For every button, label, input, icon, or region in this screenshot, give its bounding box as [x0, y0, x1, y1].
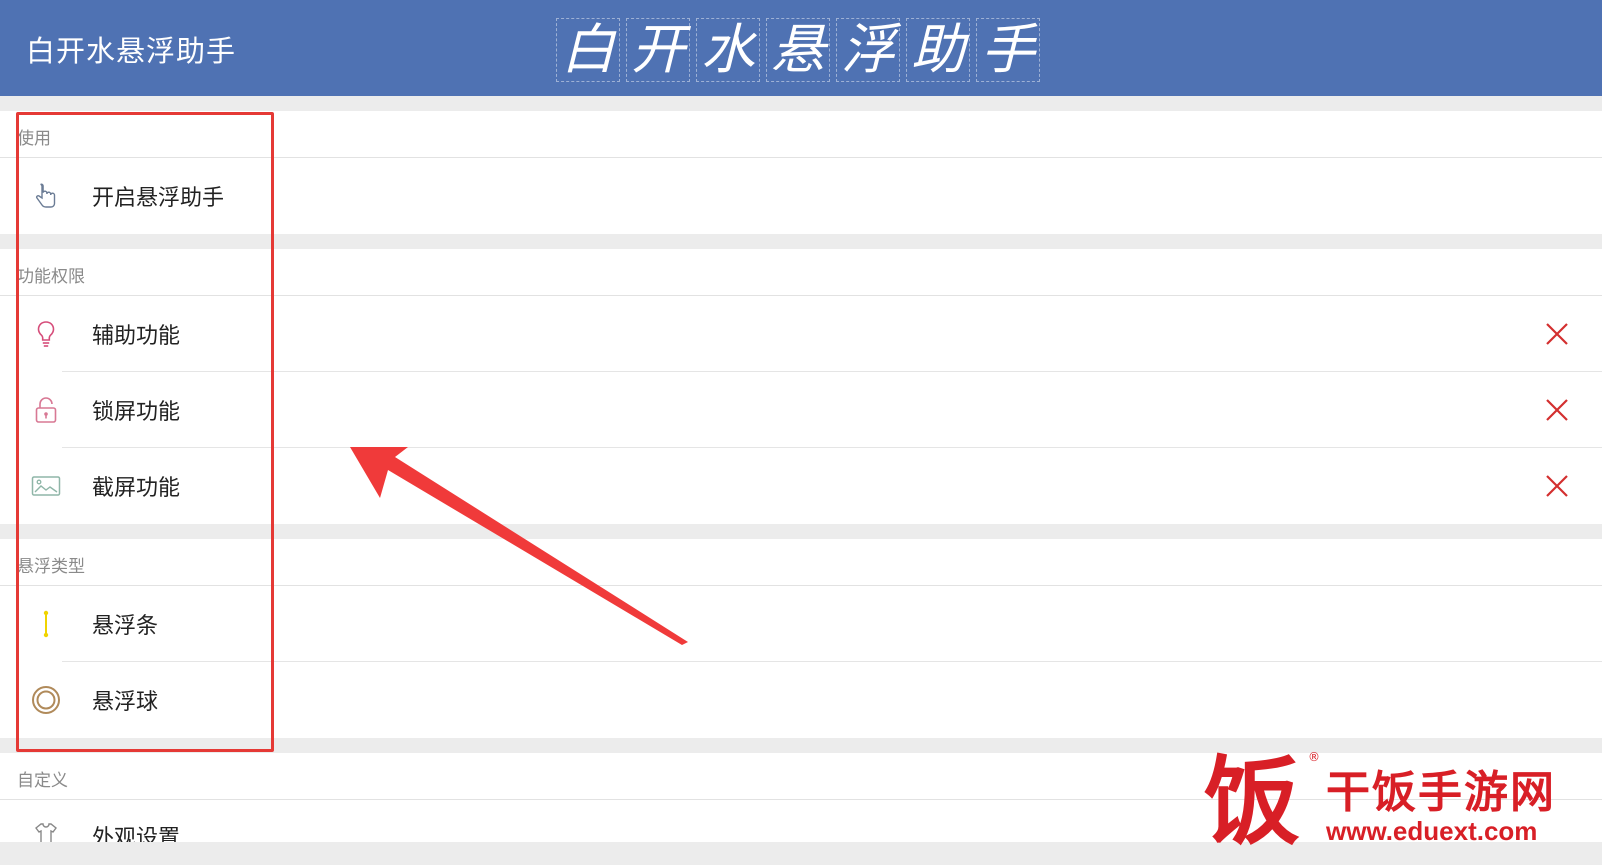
watermark-logo: 饭 — [1204, 745, 1300, 858]
annotation-arrow — [350, 447, 688, 645]
watermark: 饭 ® 干饭手游网 www.eduext.com — [1204, 748, 1584, 858]
registered-mark: ® — [1308, 750, 1320, 764]
watermark-url: www.eduext.com — [1326, 816, 1538, 846]
watermark-name: 干饭手游网 — [1326, 767, 1556, 818]
